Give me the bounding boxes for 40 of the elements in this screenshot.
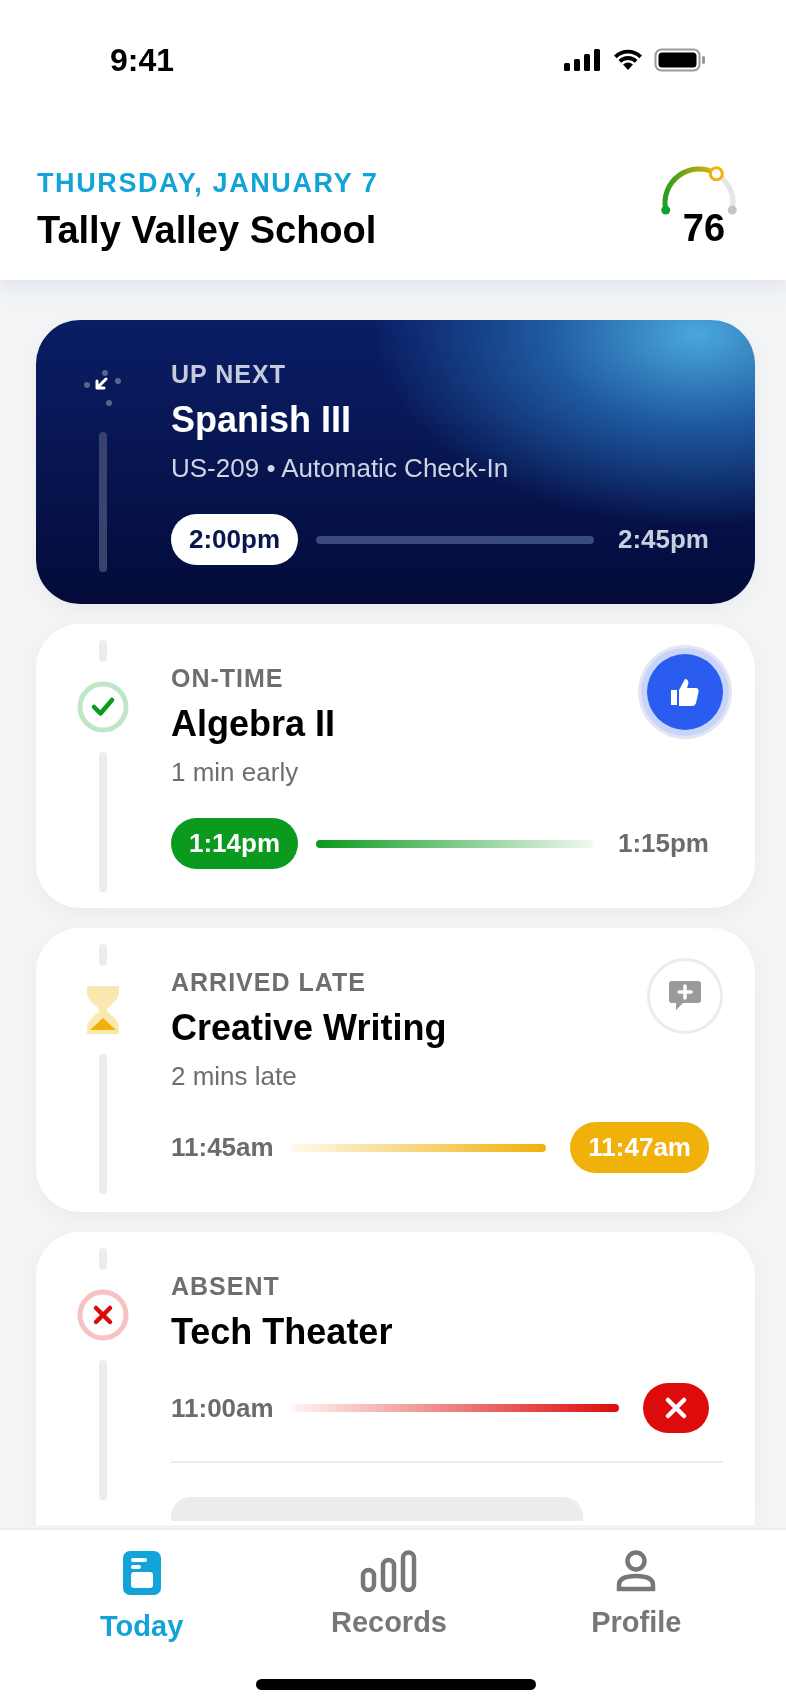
- class-title: Tech Theater: [171, 1311, 393, 1353]
- bar-chart-icon: [360, 1550, 418, 1592]
- class-title: Spanish III: [171, 399, 352, 441]
- class-card[interactable]: ARRIVED LATE Creative Writing 2 mins late 11:45am 11:47am: [36, 928, 755, 1212]
- class-card[interactable]: ABSENT Tech Theater 11:00am: [36, 1232, 755, 1525]
- person-icon: [616, 1550, 657, 1592]
- start-time-pill: 1:14pm: [171, 818, 299, 869]
- tab[interactable]: Records: [289, 1550, 489, 1643]
- status-label: ARRIVED LATE: [171, 968, 366, 997]
- class-card[interactable]: ON-TIME Algebra II 1 min early 1:14pm 1:15pm: [36, 624, 755, 908]
- signal-icon: [564, 49, 602, 71]
- class-title: Algebra II: [171, 703, 336, 745]
- check-circle-icon: [76, 680, 130, 734]
- tab[interactable]: Profile: [536, 1550, 737, 1643]
- battery-icon: [654, 48, 706, 72]
- wifi-icon: [612, 48, 644, 72]
- gauge-end-dot: [727, 205, 737, 215]
- status-label: ABSENT: [171, 1272, 280, 1301]
- end-time: 2:45pm: [617, 524, 709, 555]
- hourglass-icon: [85, 984, 121, 1036]
- up-next-card[interactable]: UP NEXT Spanish III US-209 • Automatic Check-In 2:00pm 2:45pm: [36, 320, 755, 604]
- status-label: UP NEXT: [171, 360, 286, 389]
- class-title: Creative Writing: [171, 1007, 447, 1049]
- comment-plus-icon: [667, 979, 703, 1013]
- attendance-score: 76: [681, 209, 726, 247]
- x-circle-icon: [76, 1288, 130, 1342]
- status-label: ON-TIME: [171, 664, 284, 693]
- end-time-pill: 11:47am: [570, 1122, 709, 1173]
- start-time: 11:45am: [171, 1132, 274, 1163]
- class-detail: 2 mins late: [171, 1061, 297, 1092]
- class-detail: US-209 • Automatic Check-In: [171, 453, 509, 484]
- end-time: 1:15pm: [617, 828, 709, 859]
- gauge-start-dot: [661, 205, 671, 215]
- status-time: 9:41: [110, 41, 175, 79]
- document-icon: [121, 1550, 162, 1596]
- school-name: Tally Valley School: [37, 209, 378, 252]
- date-heading: THURSDAY, JANUARY 7: [37, 168, 379, 199]
- start-time: 11:00am: [171, 1392, 274, 1424]
- class-detail: 1 min early: [171, 757, 299, 788]
- start-time-pill: 2:00pm: [171, 514, 299, 565]
